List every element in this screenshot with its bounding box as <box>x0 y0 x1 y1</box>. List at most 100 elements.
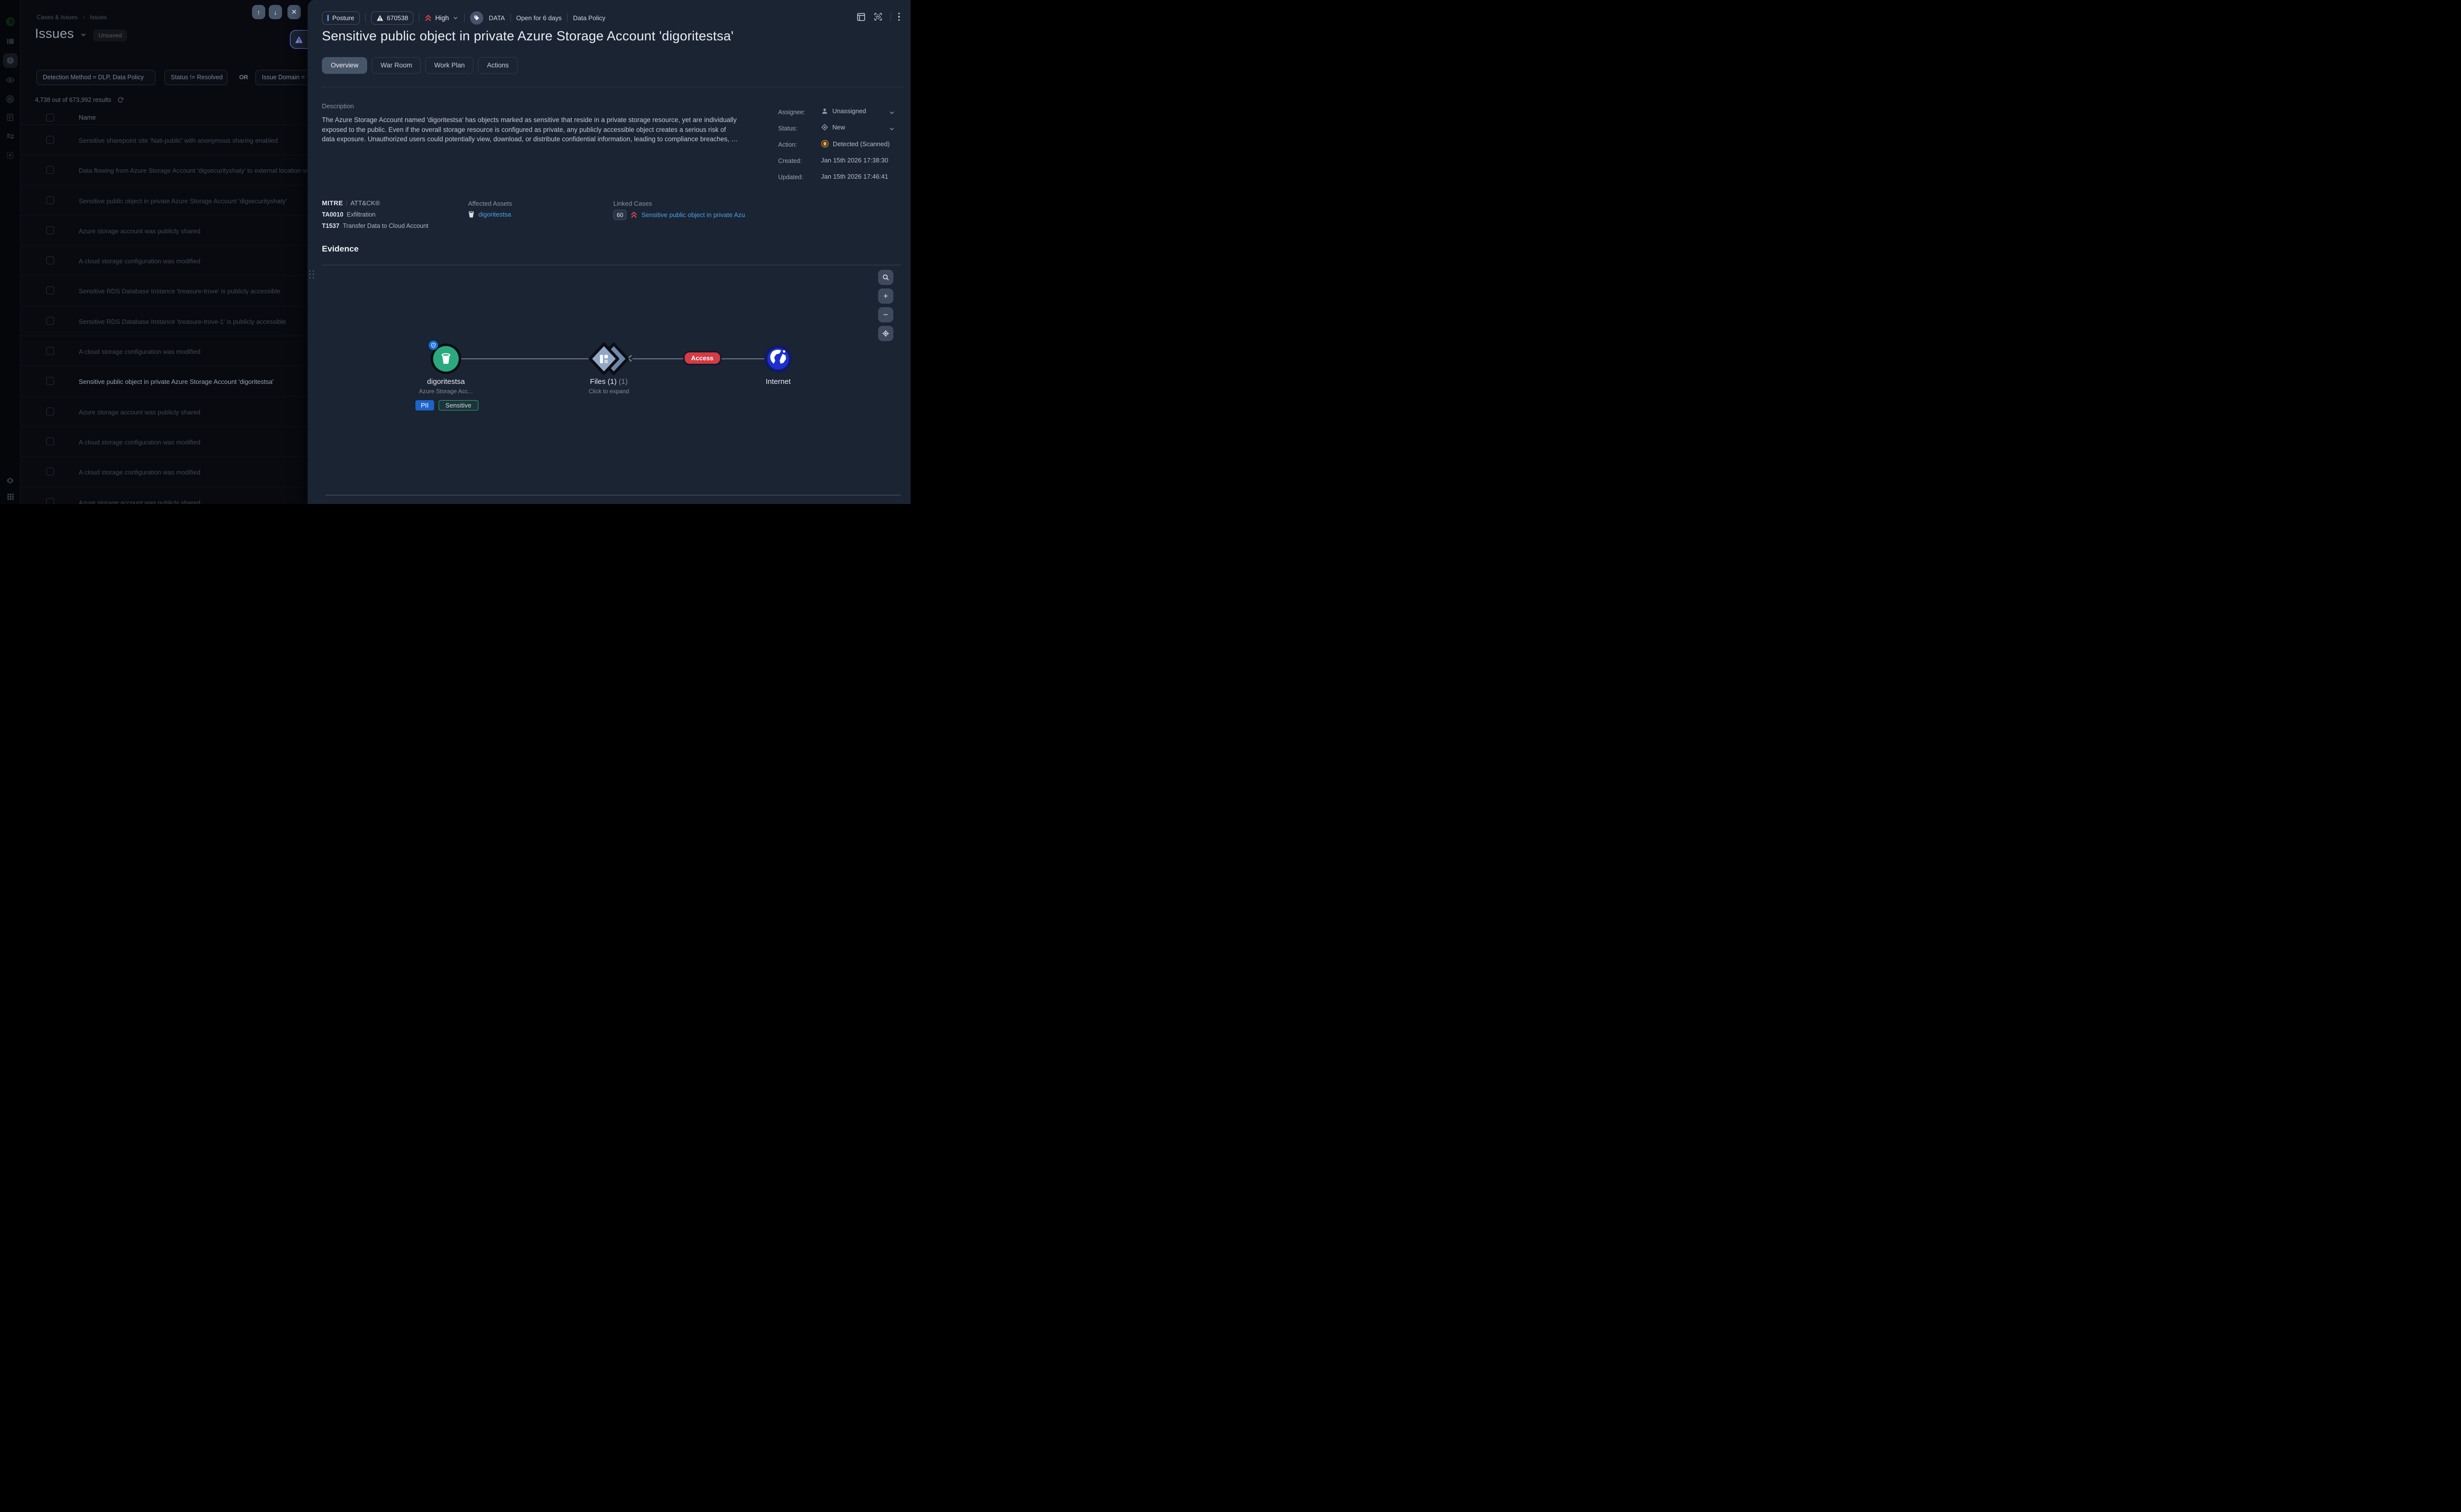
filter-chip-detection-method[interactable]: Detection Method = DLP, Data Policy <box>36 70 156 85</box>
refresh-icon[interactable] <box>117 96 124 103</box>
sidebar-item-radar[interactable] <box>3 92 18 106</box>
recenter-button[interactable] <box>878 326 893 341</box>
storage-account-node[interactable] <box>431 344 461 374</box>
kebab-menu-icon[interactable] <box>898 13 900 21</box>
storage-node-label[interactable]: digoritestsa <box>427 378 465 386</box>
posture-badge[interactable]: Posture <box>322 11 360 25</box>
tab-work-plan[interactable]: Work Plan <box>425 57 473 74</box>
posture-bar-icon <box>327 15 329 21</box>
sidebar-item-dashboard[interactable] <box>3 34 18 49</box>
table-row[interactable]: A cloud storage configuration was modifi… <box>21 336 308 366</box>
created-label: Created: <box>778 158 802 164</box>
row-checkbox[interactable] <box>46 166 54 174</box>
brand-logo-icon[interactable] <box>3 14 18 29</box>
close-panel-button[interactable]: ✕ <box>287 5 301 19</box>
row-checkbox[interactable] <box>46 286 54 294</box>
zoom-in-button[interactable]: + <box>878 288 893 304</box>
graph-search-button[interactable] <box>878 270 893 285</box>
table-row[interactable]: A cloud storage configuration was modifi… <box>21 246 308 276</box>
sensitive-badge[interactable]: Sensitive <box>439 400 478 410</box>
issue-header: Posture 670538 High DATA Open for 6 days… <box>322 11 605 25</box>
updated-label: Updated: <box>778 174 803 181</box>
linked-case-item[interactable]: 60 Sensitive public object in private Az… <box>613 210 745 220</box>
internet-node[interactable] <box>764 345 792 373</box>
focus-scan-icon[interactable] <box>873 12 883 22</box>
edge-storage-files <box>461 358 592 359</box>
status-diamond-icon <box>821 124 828 131</box>
table-row[interactable]: Azure storage account was publicly share… <box>21 216 308 246</box>
column-header-name[interactable]: Name <box>79 114 96 121</box>
apps-grid-icon[interactable] <box>3 489 18 504</box>
zoom-out-button[interactable]: − <box>878 307 893 322</box>
chevron-down-icon[interactable] <box>888 109 895 116</box>
table-row[interactable]: Sensitive sharepoint site 'Nati-public' … <box>21 125 308 155</box>
assignee-value[interactable]: Unassigned <box>821 107 866 115</box>
table-row[interactable]: A cloud storage configuration was modifi… <box>21 457 308 487</box>
issue-id-badge[interactable]: 670538 <box>371 11 413 25</box>
minus-icon: − <box>883 310 888 320</box>
table-row[interactable]: Azure storage account was publicly share… <box>21 487 308 504</box>
action-value: Detected (Scanned) <box>821 140 890 148</box>
tab-overview[interactable]: Overview <box>322 57 367 74</box>
table-row[interactable]: Sensitive public object in private Azure… <box>21 186 308 216</box>
filter-chip-status[interactable]: Status != Resolved <box>164 70 227 85</box>
row-checkbox[interactable] <box>46 317 54 325</box>
next-issue-button[interactable]: ↓ <box>269 5 282 19</box>
row-checkbox[interactable] <box>46 498 54 504</box>
row-checkbox[interactable] <box>46 468 54 475</box>
severity-dropdown[interactable]: High <box>425 14 459 22</box>
sidebar-item-inventory[interactable] <box>3 129 18 144</box>
table-row[interactable]: Sensitive RDS Database Instance 'treasur… <box>21 276 308 306</box>
breadcrumb-root[interactable]: Cases & Issues <box>37 15 78 21</box>
pii-badge[interactable]: PII <box>415 400 434 410</box>
table-row-selected[interactable]: Sensitive public object in private Azure… <box>21 366 308 396</box>
table-row[interactable]: Data flowing from Azure Storage Account … <box>21 155 308 185</box>
filter-chip-issue-domain[interactable]: Issue Domain = <box>255 70 308 85</box>
results-count: 4,738 out of 673,992 results <box>35 96 124 103</box>
access-edge-label[interactable]: Access <box>685 352 720 364</box>
tab-actions[interactable]: Actions <box>478 57 517 74</box>
row-checkbox[interactable] <box>46 347 54 355</box>
row-checkbox[interactable] <box>46 408 54 415</box>
chevron-down-icon[interactable] <box>80 31 87 38</box>
created-value: Jan 15th 2026 17:38:30 <box>821 157 888 164</box>
row-checkbox[interactable] <box>46 256 54 264</box>
table-row[interactable]: A cloud storage configuration was modifi… <box>21 427 308 457</box>
row-checkbox[interactable] <box>46 438 54 445</box>
globe-icon <box>766 347 790 371</box>
row-checkbox[interactable] <box>46 136 54 144</box>
table-row[interactable]: Sensitive RDS Database Instance 'treasur… <box>21 306 308 336</box>
tag-icon[interactable] <box>470 11 483 25</box>
table-row[interactable]: Azure storage account was publicly share… <box>21 397 308 427</box>
filter-operator: OR <box>239 74 248 81</box>
chevron-down-icon <box>452 15 459 21</box>
issue-severity-tab[interactable] <box>290 30 310 49</box>
settings-gear-icon[interactable] <box>3 473 18 488</box>
layout-panel-icon[interactable] <box>856 12 866 22</box>
chevron-down-icon[interactable] <box>888 126 895 132</box>
page-title: Issues <box>35 26 87 41</box>
sidebar-item-reports[interactable] <box>3 110 18 125</box>
sidebar-item-graph[interactable] <box>3 148 18 162</box>
sidebar-item-issues[interactable] <box>3 53 18 68</box>
sidebar-item-visibility[interactable] <box>3 72 18 87</box>
affected-assets-label: Affected Assets <box>468 200 512 207</box>
mitre-attack-logo: MITREATT&CK® <box>322 199 380 207</box>
status-value[interactable]: New <box>821 124 845 131</box>
prev-issue-button[interactable]: ↑ <box>252 5 265 19</box>
select-all-checkbox[interactable] <box>46 114 54 122</box>
table-header: Name <box>21 110 308 125</box>
action-label: Action: <box>778 141 797 148</box>
row-checkbox[interactable] <box>46 226 54 234</box>
tab-war-room[interactable]: War Room <box>372 57 421 74</box>
row-checkbox[interactable] <box>46 196 54 204</box>
linked-case-link[interactable]: Sensitive public object in private Azu <box>641 211 745 219</box>
row-checkbox[interactable] <box>46 377 54 385</box>
files-node[interactable] <box>588 342 630 378</box>
mitre-tactic: TA0010Exfiltration <box>322 211 376 218</box>
affected-asset-link[interactable]: digoritestsa <box>468 211 511 218</box>
files-node-label[interactable]: Files (1) (1) <box>590 378 628 386</box>
bucket-icon <box>468 211 474 218</box>
panel-resize-handle[interactable] <box>309 270 315 279</box>
policy-label: Data Policy <box>573 14 605 22</box>
